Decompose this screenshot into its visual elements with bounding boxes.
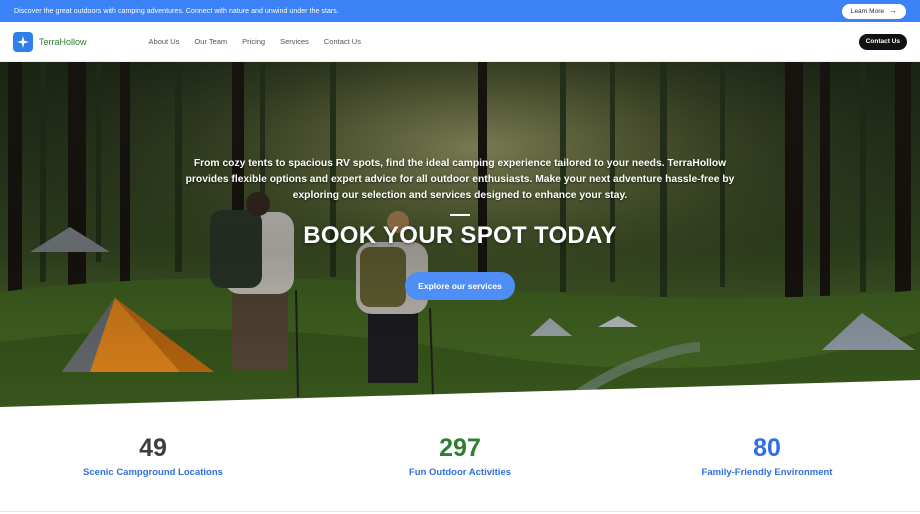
hero-description: From cozy tents to spacious RV spots, fi… [185, 158, 735, 201]
stat-item: 80 Family-Friendly Environment [642, 434, 892, 478]
stat-value: 49 [139, 434, 167, 462]
brand-name: TerraHollow [39, 36, 87, 47]
hero-divider [450, 214, 470, 216]
stats-section: 49 Scenic Campground Locations 297 Fun O… [0, 434, 920, 494]
nav-link-pricing[interactable]: Pricing [242, 37, 265, 46]
stat-value: 80 [753, 434, 781, 462]
stat-item: 49 Scenic Campground Locations [28, 434, 278, 478]
main-navigation: TerraHollow About Us Our Team Pricing Se… [0, 22, 920, 62]
announcement-text: Discover the great outdoors with camping… [14, 7, 339, 15]
stat-label: Family-Friendly Environment [701, 467, 833, 478]
contact-us-button[interactable]: Contact Us [858, 33, 907, 50]
nav-link-about-us[interactable]: About Us [149, 37, 180, 46]
brand-logo[interactable]: TerraHollow [13, 31, 87, 52]
nav-link-services[interactable]: Services [280, 37, 309, 46]
hero-content: From cozy tents to spacious RV spots, fi… [0, 156, 920, 300]
hero-heading: BOOK YOUR SPOT TODAY [303, 222, 617, 249]
arrow-right-icon: → [889, 6, 897, 15]
logo-icon [13, 31, 33, 52]
learn-more-label: Learn More [850, 7, 884, 15]
nav-link-our-team[interactable]: Our Team [194, 37, 227, 46]
stat-label: Fun Outdoor Activities [408, 467, 512, 478]
stat-item: 297 Fun Outdoor Activities [335, 434, 585, 478]
nav-links: About Us Our Team Pricing Services Conta… [149, 37, 361, 46]
announcement-bar: Discover the great outdoors with camping… [0, 0, 920, 22]
learn-more-button[interactable]: Learn More → [841, 3, 906, 19]
stat-label: Scenic Campground Locations [83, 467, 223, 478]
hero-section: From cozy tents to spacious RV spots, fi… [0, 62, 920, 407]
explore-services-button[interactable]: Explore our services [405, 272, 515, 300]
section-divider [0, 511, 920, 512]
stat-value: 297 [439, 434, 481, 462]
nav-link-contact-us[interactable]: Contact Us [324, 37, 361, 46]
